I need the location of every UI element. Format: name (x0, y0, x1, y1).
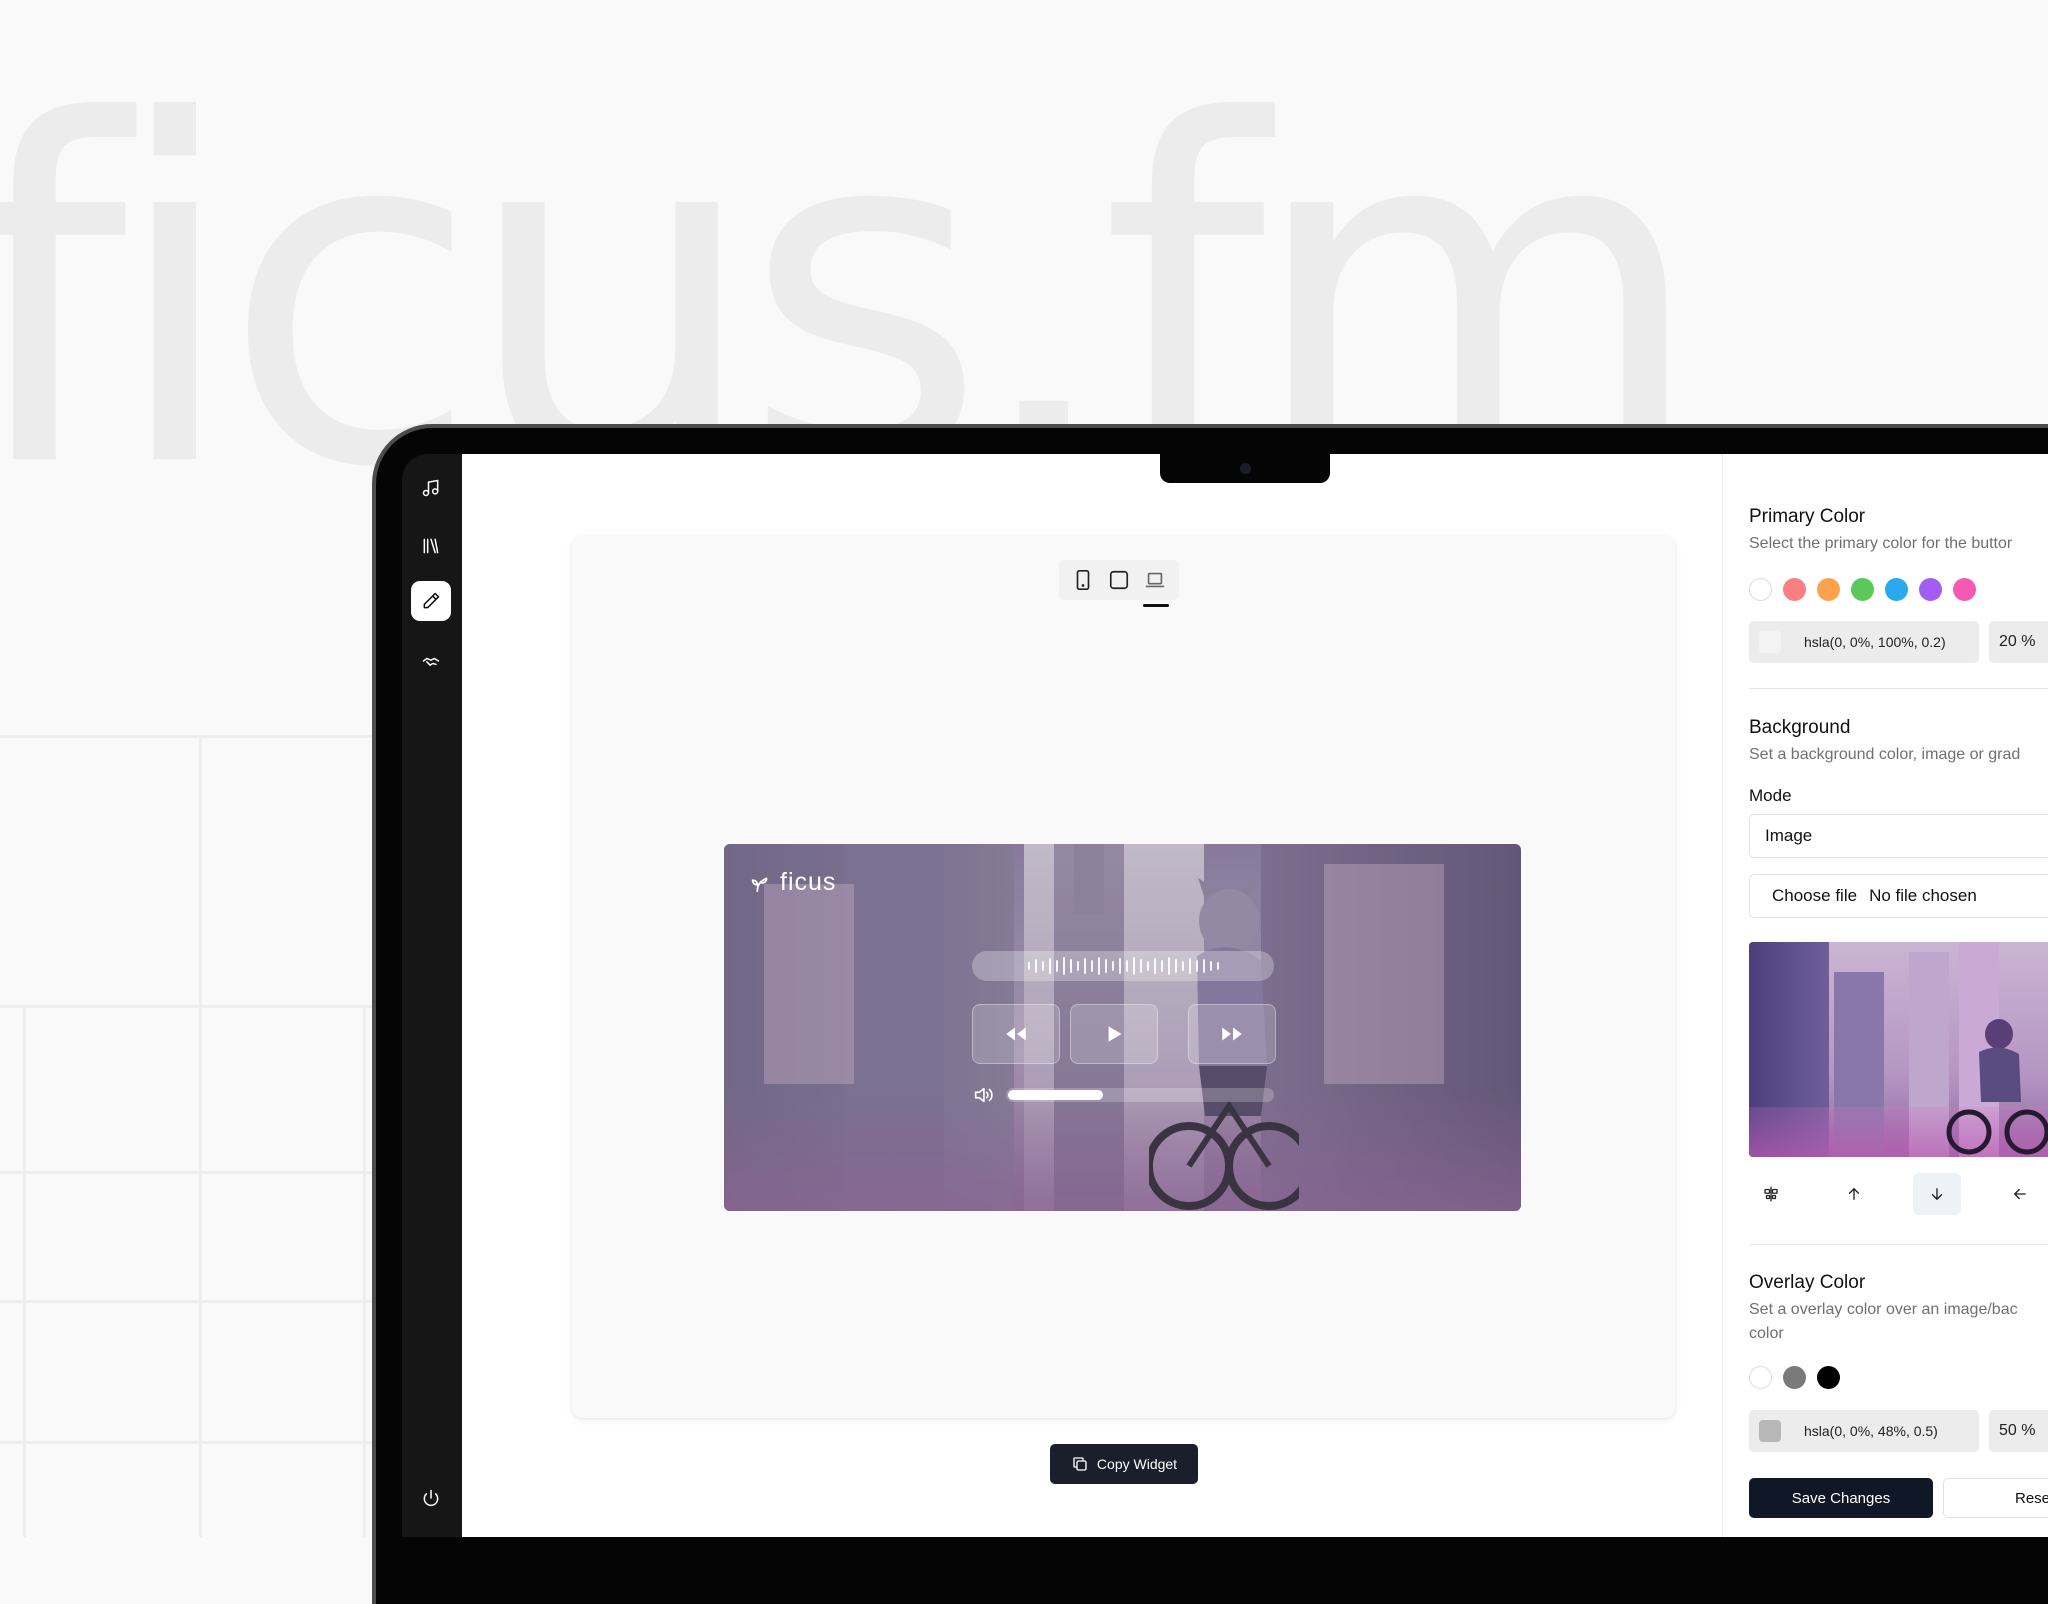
play-button[interactable] (1070, 1004, 1158, 1064)
section-divider (1749, 688, 2048, 689)
reset-button[interactable]: Rese (1943, 1478, 2048, 1518)
primary-color-input[interactable]: hsla(0, 0%, 100%, 0.2) (1749, 621, 1979, 663)
handshake-icon (422, 657, 440, 666)
sidebar-item-library[interactable] (411, 526, 451, 566)
fast-forward-icon (1222, 1027, 1242, 1041)
volume-slider-fill (1008, 1090, 1104, 1100)
device-mobile-button[interactable] (1069, 566, 1097, 594)
music-note-icon (422, 479, 439, 497)
camera-icon (1240, 463, 1251, 474)
primary-color-swatch[interactable] (1885, 578, 1908, 601)
arrow-down-icon (1931, 1188, 1943, 1201)
device-tablet-button[interactable] (1105, 566, 1133, 594)
overlay-color-swatch[interactable] (1749, 1366, 1772, 1389)
background-grid (0, 735, 372, 1537)
widget-preview-canvas: ficus (572, 536, 1675, 1418)
app-sidebar (402, 454, 462, 1537)
section-divider (1749, 1244, 2048, 1245)
overlay-color-swatch[interactable] (1783, 1366, 1806, 1389)
pencil-icon (423, 592, 440, 609)
position-top-button[interactable] (1830, 1173, 1878, 1215)
arrow-up-icon (1848, 1187, 1860, 1200)
primary-color-description: Select the primary color for the buttor (1749, 535, 2013, 552)
primary-color-swatch[interactable] (1749, 578, 1772, 601)
sidebar-item-logout[interactable] (411, 1478, 451, 1518)
overlay-color-swatch[interactable] (1817, 1366, 1840, 1389)
app-screen: ficus Copy Widget Primary Color Select t… (462, 454, 2048, 1537)
rewind-icon (1006, 1027, 1026, 1041)
widget-brand: ficus (750, 868, 836, 897)
arrow-left-icon (2013, 1188, 2026, 1200)
position-bottom-button[interactable] (1913, 1173, 1961, 1215)
copy-icon (1073, 1457, 1087, 1471)
overlay-color-input[interactable]: hsla(0, 0%, 48%, 0.5) (1749, 1410, 1979, 1452)
background-image-preview (1749, 942, 2048, 1157)
mode-label: Mode (1749, 786, 1792, 805)
copy-widget-button[interactable]: Copy Widget (1050, 1444, 1198, 1484)
overlay-color-title: Overlay Color (1749, 1272, 1866, 1293)
overlay-color-value: hsla(0, 0%, 48%, 0.5) (1804, 1423, 1938, 1439)
settings-panel: Primary Color Select the primary color f… (1722, 454, 2048, 1537)
primary-color-swatch[interactable] (1851, 578, 1874, 601)
sidebar-item-music[interactable] (411, 468, 451, 508)
primary-color-swatch[interactable] (1817, 578, 1840, 601)
primary-color-swatches (1749, 578, 1976, 601)
device-switcher (1059, 560, 1179, 607)
laptop-icon (1145, 572, 1165, 588)
waveform-progress[interactable] (972, 951, 1274, 981)
background-file-input[interactable]: Choose file No file chosen (1749, 874, 2048, 918)
device-laptop-button[interactable] (1141, 566, 1169, 607)
position-left-button[interactable] (1996, 1173, 2044, 1215)
color-preview-chip (1759, 1420, 1781, 1442)
background-position-controls (1747, 1173, 2048, 1215)
smartphone-icon (1076, 570, 1090, 590)
primary-color-swatch[interactable] (1919, 578, 1942, 601)
sprout-icon (751, 877, 768, 892)
power-icon (423, 1489, 439, 1507)
play-icon (1108, 1026, 1122, 1042)
overlay-color-swatches (1749, 1366, 1840, 1389)
align-center-icon (1764, 1186, 1778, 1202)
primary-color-value: hsla(0, 0%, 100%, 0.2) (1804, 634, 1946, 650)
overlay-color-description-cont: color (1749, 1325, 1784, 1342)
choose-file-button[interactable]: Choose file (1772, 886, 1857, 906)
background-title: Background (1749, 717, 1851, 738)
mode-select[interactable]: Image (1749, 814, 2048, 858)
sidebar-item-customize[interactable] (411, 581, 451, 621)
copy-widget-label: Copy Widget (1096, 1456, 1178, 1472)
primary-color-swatch[interactable] (1783, 578, 1806, 601)
background-description: Set a background color, image or grad (1749, 746, 2021, 763)
save-changes-button[interactable]: Save Changes (1749, 1478, 1933, 1518)
volume-icon (974, 1087, 993, 1103)
overlay-opacity-input[interactable]: 50 % (1989, 1410, 2048, 1452)
color-preview-chip (1759, 631, 1781, 653)
file-status: No file chosen (1869, 886, 1977, 905)
widget-brand-name: ficus (780, 868, 837, 896)
rewind-button[interactable] (972, 1004, 1060, 1064)
primary-opacity-input[interactable]: 20 % (1989, 621, 2048, 663)
primary-color-swatch[interactable] (1953, 578, 1976, 601)
position-center-button[interactable] (1747, 1173, 1795, 1215)
camera-notch (1160, 454, 1330, 483)
fast-forward-button[interactable] (1188, 1004, 1276, 1064)
tablet-icon (1109, 570, 1129, 590)
player-widget: ficus (724, 844, 1521, 1211)
primary-color-title: Primary Color (1749, 506, 1866, 527)
volume-slider[interactable] (1006, 1088, 1274, 1102)
sidebar-item-partners[interactable] (411, 641, 451, 681)
library-icon (423, 538, 439, 554)
cyclist-thumbnail (1946, 1019, 2048, 1155)
overlay-color-description: Set a overlay color over an image/bac (1749, 1301, 2018, 1318)
